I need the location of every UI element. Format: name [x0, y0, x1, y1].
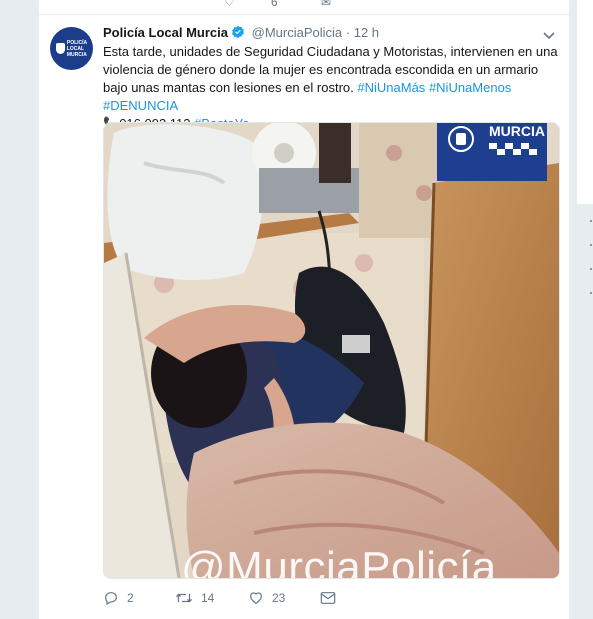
display-name[interactable]: Policía Local Murcia — [103, 25, 228, 40]
direct-message-button[interactable] — [320, 588, 336, 608]
retweet-icon — [175, 593, 193, 603]
hashtag-niunamas[interactable]: #NiUnaMás — [357, 80, 425, 95]
tweet-text: Esta tarde, unidades de Seguridad Ciudad… — [103, 43, 561, 133]
like-button[interactable]: 23 — [248, 588, 285, 608]
heart-icon — [250, 592, 262, 605]
reply-icon — [105, 592, 117, 606]
previous-heart-icon[interactable]: ♡ — [224, 0, 235, 9]
tweet-header: Policía Local Murcia @MurciaPolicia · 12… — [103, 24, 558, 42]
previous-envelope-icon[interactable]: ✉ — [321, 0, 331, 9]
hashtag-niunamenos[interactable]: #NiUnaMenos — [429, 80, 511, 95]
retweet-count: 14 — [201, 591, 215, 605]
avatar[interactable]: POLICÍA LOCAL MURCIA — [50, 27, 93, 70]
photo-watermark: @MurciaPolicía — [181, 543, 497, 579]
tweet-actions: 2 14 23 — [103, 588, 403, 608]
checkered-band-icon — [489, 143, 537, 155]
tweet-photo[interactable]: MURCIA @MurciaPolicía — [103, 122, 560, 579]
reply-button[interactable]: 2 — [103, 588, 134, 608]
envelope-icon — [320, 592, 336, 604]
verified-badge-icon — [231, 25, 245, 44]
previous-like-count: 6 — [271, 0, 278, 9]
reply-count: 2 — [127, 591, 134, 605]
chevron-down-icon[interactable] — [543, 27, 555, 43]
timestamp[interactable]: 12 h — [354, 25, 379, 40]
retweet-button[interactable]: 14 — [175, 588, 214, 608]
police-shield-icon — [448, 126, 474, 152]
police-logo-badge: MURCIA — [437, 123, 547, 181]
hashtag-denuncia[interactable]: #DENUNCIA — [103, 98, 178, 113]
separator: · — [345, 25, 351, 40]
avatar-logo-text: POLICÍA LOCAL MURCIA — [66, 39, 88, 58]
logo-text: MURCIA — [489, 123, 545, 139]
handle[interactable]: @MurciaPolicia — [252, 25, 343, 40]
side-panel — [577, 0, 593, 205]
photo-scene — [104, 123, 559, 578]
police-shield-icon — [55, 43, 65, 54]
previous-tweet-actions: ♡ 6 ✉ — [39, 0, 569, 15]
like-count: 23 — [272, 591, 286, 605]
